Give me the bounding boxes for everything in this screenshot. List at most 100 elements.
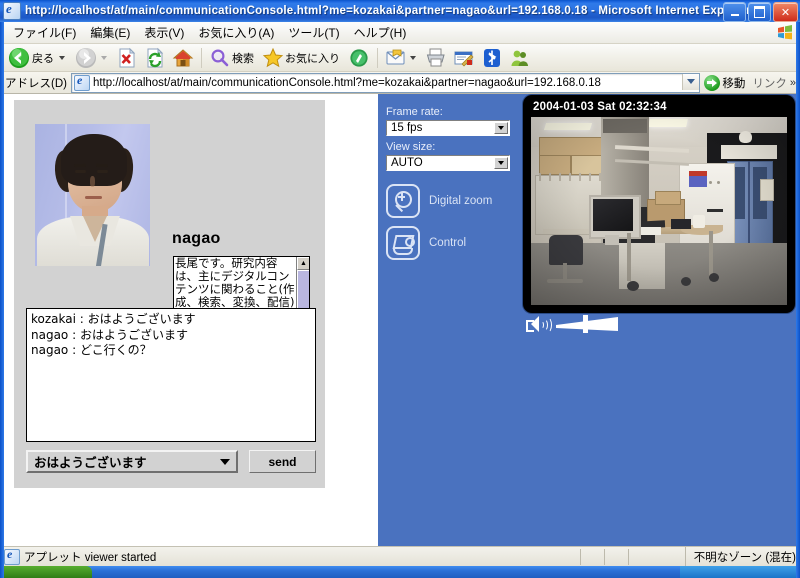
- page-content: nagao 長尾です。研究内容は、主にデジタルコンテンツに関わること(作成、検索…: [4, 94, 796, 552]
- toolbar: 戻る: [0, 44, 800, 72]
- send-button[interactable]: send: [249, 450, 316, 473]
- address-label: アドレス(D): [0, 75, 71, 91]
- frame-rate-value: 15 fps: [391, 122, 422, 134]
- partner-photo: [35, 124, 150, 266]
- mail-button[interactable]: [382, 45, 422, 71]
- back-button[interactable]: 戻る: [4, 45, 71, 71]
- search-button[interactable]: 検索: [206, 45, 259, 71]
- home-button[interactable]: [169, 45, 197, 71]
- view-size-label: View size:: [386, 141, 435, 153]
- menu-tools[interactable]: ツール(T): [281, 22, 346, 43]
- status-zone: 不明なゾーン (混在): [685, 547, 796, 567]
- minimize-button[interactable]: [723, 2, 746, 22]
- status-page-icon: [4, 549, 20, 565]
- search-icon: [209, 47, 231, 69]
- windows-flag-icon: [776, 24, 794, 41]
- digital-zoom-button[interactable]: Digital zoom: [386, 184, 492, 218]
- system-tray[interactable]: [680, 566, 800, 578]
- chat-line: nagao : おはようございます: [31, 328, 311, 344]
- chat-line: kozakai : おはようございます: [31, 312, 311, 328]
- refresh-icon: [144, 47, 166, 69]
- go-label: 移動: [722, 75, 745, 91]
- back-label: 戻る: [32, 50, 54, 66]
- window-controls: ✕: [723, 2, 798, 22]
- chat-line: nagao : どこ行くの？: [31, 343, 311, 359]
- go-arrow-icon: [704, 75, 720, 91]
- favorites-label: お気に入り: [285, 50, 340, 66]
- camera-pane: Frame rate: 15 fps View size: AUTO Digit…: [378, 94, 796, 552]
- window-border-right: [796, 22, 800, 578]
- search-label: 検索: [232, 50, 254, 66]
- mail-dropdown-icon[interactable]: [410, 56, 416, 60]
- home-icon: [172, 47, 194, 69]
- close-button[interactable]: ✕: [773, 2, 798, 22]
- printer-icon: [425, 47, 447, 69]
- menu-view[interactable]: 表示(V): [137, 22, 191, 43]
- forward-button[interactable]: [71, 45, 113, 71]
- menu-favorites[interactable]: お気に入り(A): [191, 22, 281, 43]
- star-icon: [262, 47, 284, 69]
- menu-edit[interactable]: 編集(E): [83, 22, 137, 43]
- control-button[interactable]: Control: [386, 226, 466, 260]
- back-dropdown-icon[interactable]: [59, 56, 65, 60]
- address-url-text: http://localhost/at/main/communicationCo…: [93, 77, 601, 89]
- view-size-value: AUTO: [391, 157, 423, 169]
- history-button[interactable]: [345, 45, 373, 71]
- video-player[interactable]: 2004-01-03 Sat 02:32:34: [523, 95, 795, 313]
- partner-name: nagao: [172, 230, 221, 248]
- stop-icon: [116, 47, 138, 69]
- digital-zoom-label: Digital zoom: [429, 195, 492, 207]
- control-label: Control: [429, 237, 466, 249]
- ie-logo-icon: [3, 2, 21, 20]
- edit-button[interactable]: [450, 45, 478, 71]
- address-input[interactable]: http://localhost/at/main/communicationCo…: [71, 73, 700, 93]
- bluetooth-icon: [481, 47, 503, 69]
- refresh-button[interactable]: [141, 45, 169, 71]
- restore-button[interactable]: [748, 2, 771, 22]
- back-arrow-icon: [7, 46, 31, 70]
- status-cell-3: [628, 549, 653, 565]
- bluetooth-button[interactable]: [478, 45, 506, 71]
- start-button[interactable]: [0, 566, 92, 578]
- edit-page-icon: [453, 47, 475, 69]
- window-border-left: [0, 22, 4, 578]
- chevron-down-icon: [220, 459, 230, 465]
- page-icon: [74, 75, 90, 91]
- volume-slider[interactable]: [556, 317, 618, 331]
- volume-control[interactable]: [526, 316, 618, 332]
- communication-applet: nagao 長尾です。研究内容は、主にデジタルコンテンツに関わること(作成、検索…: [14, 100, 325, 488]
- print-button[interactable]: [422, 45, 450, 71]
- forward-dropdown-icon[interactable]: [101, 56, 107, 60]
- address-bar: アドレス(D) http://localhost/at/main/communi…: [0, 72, 800, 94]
- forward-arrow-icon: [74, 46, 98, 70]
- go-button[interactable]: 移動: [700, 73, 749, 93]
- stop-button[interactable]: [113, 45, 141, 71]
- speaker-icon: [526, 316, 548, 332]
- camera-control-icon: [386, 226, 420, 260]
- scroll-up-icon[interactable]: ▲: [297, 257, 310, 270]
- video-frame: [531, 117, 787, 305]
- title-bar: http://localhost/at/main/communicationCo…: [0, 0, 800, 22]
- history-icon: [348, 47, 370, 69]
- messenger-button[interactable]: [506, 45, 534, 71]
- status-cell-1: [580, 549, 605, 565]
- magnifier-plus-icon: [386, 184, 420, 218]
- browser-window: http://localhost/at/main/communicationCo…: [0, 0, 800, 578]
- frame-rate-label: Frame rate:: [386, 106, 443, 118]
- favorites-button[interactable]: お気に入り: [259, 45, 345, 71]
- toolbar-separator-2: [377, 48, 378, 68]
- status-bar: アプレット viewer started 不明なゾーン (混在): [0, 546, 800, 566]
- frame-rate-select[interactable]: 15 fps: [386, 120, 510, 136]
- video-timestamp: 2004-01-03 Sat 02:32:34: [533, 101, 667, 113]
- menu-help[interactable]: ヘルプ(H): [347, 22, 414, 43]
- volume-thumb[interactable]: [583, 315, 588, 333]
- chat-log[interactable]: kozakai : おはようございます nagao : おはようございます na…: [26, 308, 316, 442]
- window-title: http://localhost/at/main/communicationCo…: [25, 5, 751, 17]
- menu-file[interactable]: ファイル(F): [6, 22, 83, 43]
- messenger-people-icon: [509, 47, 531, 69]
- address-dropdown-button[interactable]: [682, 74, 699, 90]
- view-size-select[interactable]: AUTO: [386, 155, 510, 171]
- menu-bar: ファイル(F) 編集(E) 表示(V) お気に入り(A) ツール(T) ヘルプ(…: [0, 22, 800, 44]
- links-label[interactable]: リンク: [749, 75, 790, 91]
- message-select[interactable]: おはようございます: [26, 450, 238, 473]
